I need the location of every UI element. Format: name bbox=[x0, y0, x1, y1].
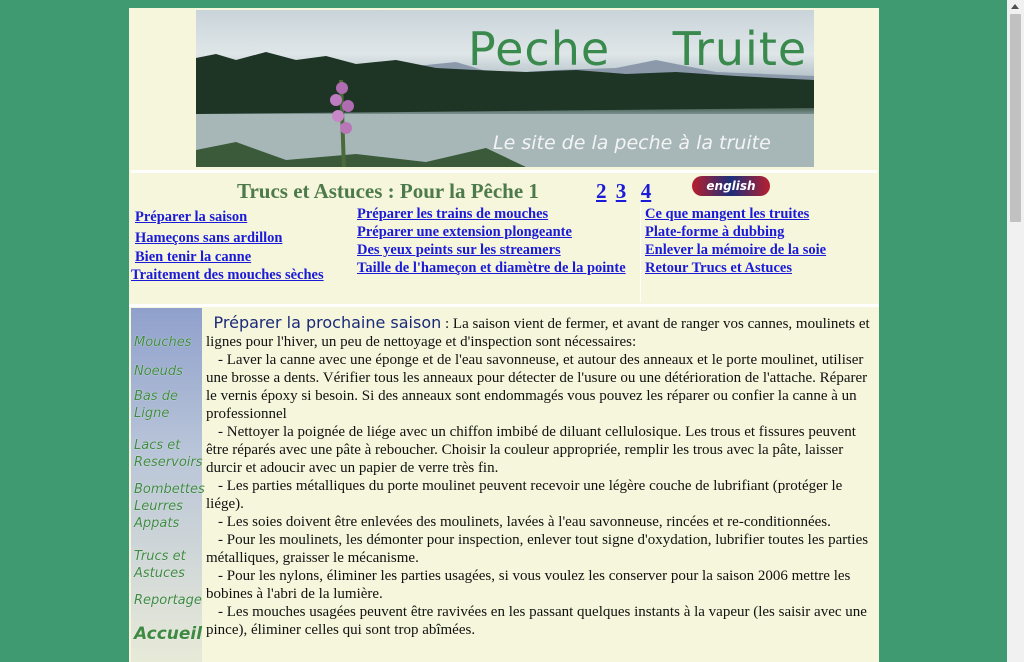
banner-title: Peche Truite bbox=[468, 22, 808, 76]
links-column-2: Préparer les trains de mouches Préparer … bbox=[351, 205, 643, 302]
link-memoire-soie[interactable]: Enlever la mémoire de la soie bbox=[645, 241, 879, 259]
link-yeux-peints-streamers[interactable]: Des yeux peints sur les streamers bbox=[357, 241, 640, 259]
link-bien-tenir-canne[interactable]: Bien tenir la canne bbox=[135, 248, 352, 266]
sidebar-item-noeuds[interactable]: Noeuds bbox=[134, 363, 183, 380]
paragraph-moulinets: - Pour les moulinets, les démonter pour … bbox=[206, 532, 869, 566]
paragraph-poignee: - Nettoyer la poignée de liége avec un c… bbox=[206, 424, 856, 476]
link-retour-trucs-astuces[interactable]: Retour Trucs et Astuces bbox=[645, 259, 879, 277]
main-content: Préparer la prochaine saison : La saison… bbox=[206, 308, 872, 662]
scroll-up-arrow-icon[interactable] bbox=[1011, 4, 1019, 9]
link-extension-plongeante[interactable]: Préparer une extension plongeante bbox=[357, 223, 640, 241]
sidebar-item-reportage[interactable]: Reportage bbox=[134, 592, 202, 609]
sidebar-nav: Mouches Noeuds Bas de Ligne Lacs et Rese… bbox=[131, 308, 205, 662]
sidebar-item-accueil[interactable]: Accueil bbox=[134, 626, 202, 643]
link-trains-de-mouches[interactable]: Préparer les trains de mouches bbox=[357, 205, 640, 223]
page-link-4[interactable]: 4 bbox=[639, 179, 654, 203]
paragraph-nylons: - Pour les nylons, éliminer les parties … bbox=[206, 568, 851, 602]
links-column-1: Préparer la saison Hameçons sans ardillo… bbox=[131, 205, 355, 302]
vertical-scrollbar[interactable] bbox=[1007, 0, 1024, 662]
intro-paragraph: Préparer la prochaine saison : La saison… bbox=[206, 314, 872, 351]
link-hamecons-sans-ardillon[interactable]: Hameçons sans ardillon bbox=[135, 229, 352, 247]
paragraph-porte-moulinet: - Les parties métalliques du porte mouli… bbox=[206, 478, 843, 512]
section-title: Préparer la prochaine saison bbox=[213, 313, 442, 332]
sidebar-item-bombettes[interactable]: Bombettes Leurres Appats bbox=[134, 481, 205, 532]
scrollbar-thumb[interactable] bbox=[1010, 14, 1021, 222]
sidebar-item-trucs-astuces[interactable]: Trucs et Astuces bbox=[134, 548, 194, 582]
section-divider bbox=[129, 304, 879, 307]
link-taille-hamecon[interactable]: Taille de l'hameçon et diamètre de la po… bbox=[353, 259, 640, 277]
banner-subtitle: Le site de la peche à la truite bbox=[493, 132, 771, 154]
link-ce-que-mangent-truites[interactable]: Ce que mangent les truites bbox=[645, 205, 879, 223]
page-title: Trucs et Astuces : Pour la Pêche 1 bbox=[237, 179, 539, 203]
page-link-2[interactable]: 2 bbox=[594, 179, 609, 203]
link-preparer-saison[interactable]: Préparer la saison bbox=[135, 208, 352, 226]
paragraph-soies: - Les soies doivent être enlevées des mo… bbox=[218, 514, 831, 530]
english-flag-button[interactable]: english bbox=[692, 176, 770, 196]
sidebar-item-mouches[interactable]: Mouches bbox=[134, 334, 192, 351]
paragraph-canne: - Laver la canne avec une éponge et de l… bbox=[206, 352, 868, 422]
page-number-links: 2 3 4 bbox=[594, 179, 653, 204]
sidebar-item-lacs-reservoirs[interactable]: Lacs et Reservoirs bbox=[134, 437, 204, 471]
link-plate-forme-dubbing[interactable]: Plate-forme à dubbing bbox=[645, 223, 879, 241]
page-link-3[interactable]: 3 bbox=[614, 179, 629, 203]
page-container: Peche Truite Le site de la peche à la tr… bbox=[129, 8, 879, 662]
links-column-3: Ce que mangent les truites Plate-forme à… bbox=[641, 205, 879, 302]
link-traitement-mouches-seches[interactable]: Traitement des mouches sèches bbox=[131, 266, 352, 284]
sidebar-item-bas-de-ligne[interactable]: Bas de Ligne bbox=[134, 388, 182, 422]
page-heading-row: Trucs et Astuces : Pour la Pêche 1 2 3 4… bbox=[131, 170, 877, 209]
site-banner: Peche Truite Le site de la peche à la tr… bbox=[196, 10, 814, 167]
paragraph-mouches-usagees: - Les mouches usagées peuvent être raviv… bbox=[206, 604, 867, 638]
topic-links-table: Préparer la saison Hameçons sans ardillo… bbox=[131, 205, 879, 302]
